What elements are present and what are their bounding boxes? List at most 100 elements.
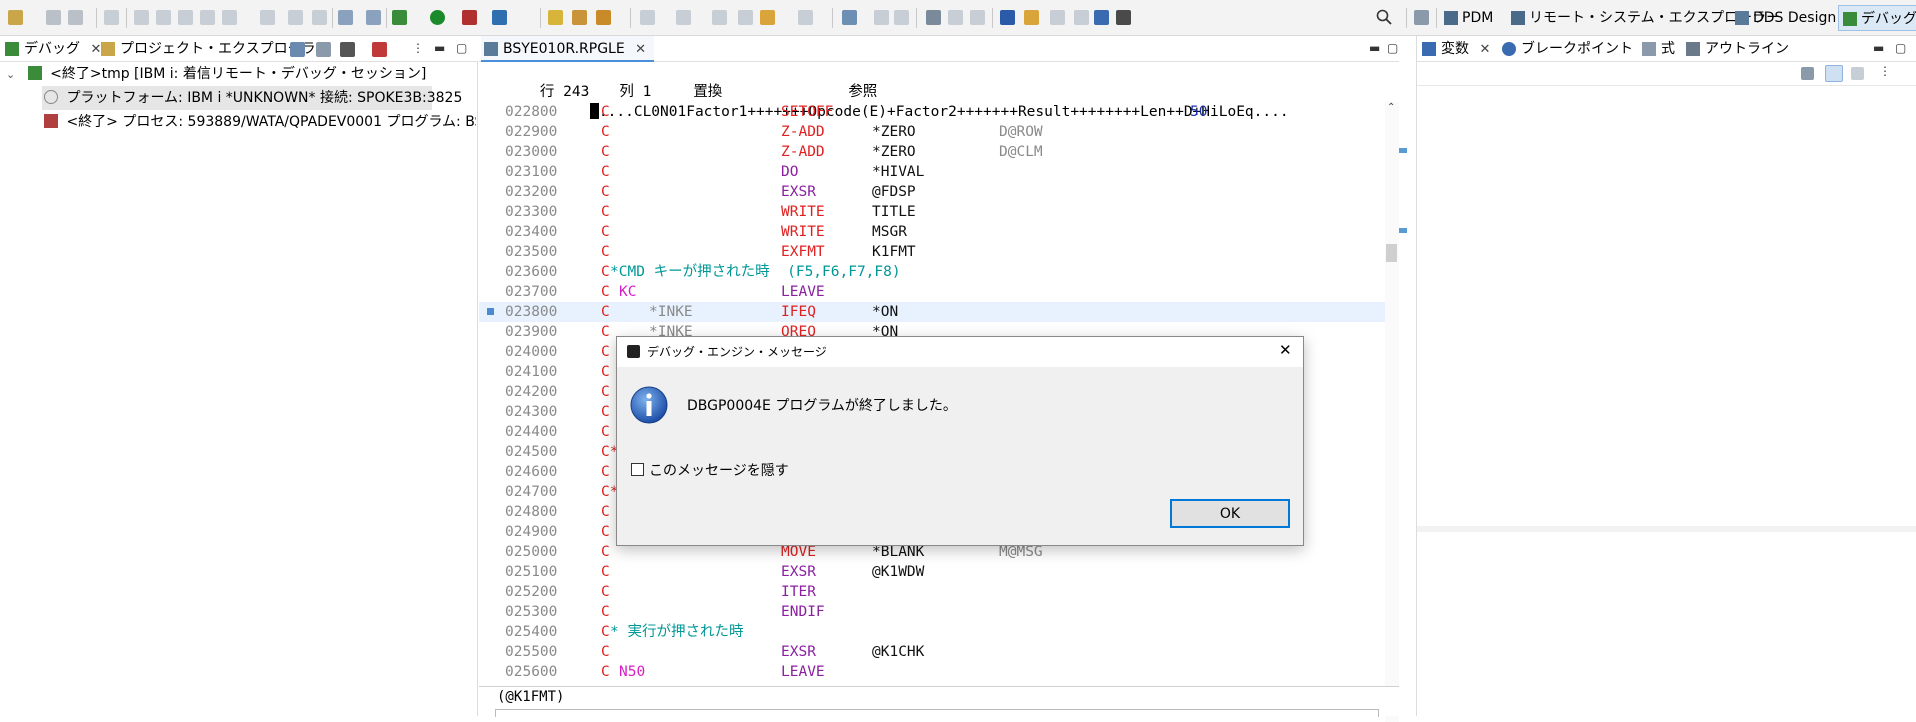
collapse-all-icon[interactable]: [1851, 67, 1864, 80]
code-line[interactable]: 023000 C Z-ADD *ZERO D@CLM: [479, 142, 1385, 162]
code-line[interactable]: 023600 C *CMD キーが押された時 (F5,F6,F7,F8): [479, 262, 1385, 282]
up-icon[interactable]: [1050, 10, 1065, 25]
last-edit-icon[interactable]: [712, 10, 727, 25]
tree-item-process[interactable]: <終了> プロセス: 593889/WATA/QPADEV0001 プログラム:…: [44, 110, 476, 134]
code-line[interactable]: 022900 C Z-ADD *ZERO D@ROW: [479, 122, 1385, 142]
view-menu-icon[interactable]: ⋮: [412, 41, 424, 55]
sequence-number: 023300: [505, 204, 558, 220]
back-arrow-icon[interactable]: [760, 10, 775, 25]
task-icon[interactable]: [1094, 10, 1109, 25]
show-type-names-icon[interactable]: [1801, 67, 1814, 80]
tab-bsye010r[interactable]: BSYE010R.RPGLE ✕: [481, 36, 655, 62]
chevron-down-icon[interactable]: ⌄: [6, 68, 15, 81]
resume-icon[interactable]: [134, 10, 149, 25]
terminate-icon[interactable]: [178, 10, 193, 25]
use-step-filters-icon[interactable]: [338, 10, 353, 25]
code-line[interactable]: 025300 C ENDIF: [479, 602, 1385, 622]
maximize-icon[interactable]: ▢: [1895, 41, 1906, 55]
tree-item-platform[interactable]: プラットフォーム: IBM i *UNKNOWN* 接続: SPOKE3B:38…: [42, 86, 462, 110]
save-all-icon[interactable]: [68, 10, 83, 25]
pencil-icon[interactable]: [596, 10, 611, 25]
external-tools-icon[interactable]: [462, 10, 477, 25]
overview-marker[interactable]: [1399, 228, 1407, 233]
open-folder-icon[interactable]: [572, 10, 587, 25]
play-icon[interactable]: [970, 10, 985, 25]
perspective-debug[interactable]: デバッグ: [1838, 5, 1916, 31]
skip-breakpoints-icon[interactable]: [104, 10, 119, 25]
expand-icon[interactable]: [316, 42, 331, 57]
code-line[interactable]: 025100 C EXSR @K1WDW: [479, 562, 1385, 582]
table-icon[interactable]: [1116, 10, 1131, 25]
detail-pane-sash[interactable]: [1417, 526, 1916, 532]
down-icon[interactable]: [1074, 10, 1089, 25]
tab-variables[interactable]: 変数 ✕: [1419, 36, 1490, 62]
open-perspective-icon[interactable]: [1414, 10, 1429, 25]
monitor-icon[interactable]: [926, 10, 941, 25]
annotation-icon[interactable]: [548, 10, 563, 25]
show-logical-structure-icon[interactable]: [1825, 65, 1843, 82]
new-icon[interactable]: [8, 10, 23, 25]
previous-annotation-icon[interactable]: [676, 10, 691, 25]
minimize-icon[interactable]: ▬: [1873, 41, 1884, 55]
code-line[interactable]: 025400 C * 実行が押された時: [479, 622, 1385, 642]
opcode: EXSR: [781, 564, 816, 580]
code-line[interactable]: 023300 C WRITE TITLE: [479, 202, 1385, 222]
debug-icon[interactable]: [392, 10, 407, 25]
close-icon[interactable]: ✕: [1279, 341, 1292, 359]
tab-outline[interactable]: アウトライン: [1683, 36, 1789, 62]
minimize-icon[interactable]: ▬: [434, 41, 445, 55]
save-icon[interactable]: [46, 10, 61, 25]
build-icon[interactable]: [492, 10, 507, 25]
run-icon[interactable]: [430, 10, 445, 25]
vertical-scrollbar[interactable]: ⌃ ⌄: [1385, 102, 1399, 722]
code-line[interactable]: 023700 C KC LEAVE: [479, 282, 1385, 302]
bookmark-icon[interactable]: [1024, 10, 1039, 25]
maximize-icon[interactable]: ▢: [1387, 41, 1398, 55]
undo-icon[interactable]: [874, 10, 889, 25]
close-icon[interactable]: ✕: [1479, 42, 1490, 57]
view-menu-icon[interactable]: ⋮: [1879, 64, 1891, 78]
scroll-up-icon[interactable]: ⌃: [1387, 102, 1395, 113]
collapse-all-icon[interactable]: [290, 42, 305, 57]
tab-breakpoints[interactable]: ブレークポイント: [1499, 36, 1633, 62]
maximize-icon[interactable]: ▢: [456, 41, 467, 55]
tree-item-session[interactable]: ⌄ <終了>tmp [IBM i: 着信リモート・デバッグ・セッション]: [6, 62, 426, 86]
hide-message-checkbox[interactable]: [631, 463, 644, 476]
step-over-icon[interactable]: [260, 10, 275, 25]
code-line[interactable]: 023800 C *INKE IFEQ *ON: [479, 302, 1385, 322]
overview-marker[interactable]: [1399, 148, 1407, 153]
pin-editor-icon[interactable]: [842, 10, 857, 25]
toggle-view-icon[interactable]: [366, 10, 381, 25]
perspective-dds-design[interactable]: DDS Design: [1731, 5, 1841, 31]
code-line[interactable]: 023400 C WRITE MSGR: [479, 222, 1385, 242]
perspective-pdm[interactable]: PDM: [1440, 5, 1498, 31]
code-line[interactable]: 023500 C EXFMT K1FMT: [479, 242, 1385, 262]
step-into-icon[interactable]: [222, 10, 237, 25]
hide-message-label[interactable]: このメッセージを隠す: [649, 460, 789, 480]
step-return-icon[interactable]: [288, 10, 303, 25]
code-line[interactable]: 023100 C DO *HIVAL: [479, 162, 1385, 182]
remove-terminated-icon[interactable]: [340, 42, 355, 57]
redo-icon[interactable]: [894, 10, 909, 25]
suspend-icon[interactable]: [156, 10, 171, 25]
ok-button[interactable]: OK: [1170, 499, 1290, 528]
next-annotation-icon[interactable]: [640, 10, 655, 25]
forward-arrow-icon[interactable]: [798, 10, 813, 25]
terminate-remove-icon[interactable]: [372, 42, 387, 57]
code-line[interactable]: 025600 C N50 LEAVE: [479, 662, 1385, 682]
tab-expressions[interactable]: 式: [1639, 36, 1675, 62]
close-icon[interactable]: ✕: [635, 42, 646, 57]
code-line[interactable]: 023200 C EXSR @FDSP: [479, 182, 1385, 202]
disconnect-icon[interactable]: [200, 10, 215, 25]
code-line[interactable]: 022800 C SETOFF 50: [479, 102, 1385, 122]
back-icon[interactable]: [738, 10, 753, 25]
minimize-icon[interactable]: ▬: [1369, 41, 1380, 55]
code-line[interactable]: 025200 C ITER: [479, 582, 1385, 602]
warning-icon[interactable]: [1000, 10, 1015, 25]
tab-debug[interactable]: デバッグ ✕: [2, 36, 101, 62]
scrollbar-thumb[interactable]: [1386, 244, 1397, 262]
drop-to-frame-icon[interactable]: [312, 10, 327, 25]
code-line[interactable]: 025500 C EXSR @K1CHK: [479, 642, 1385, 662]
search-icon[interactable]: [1376, 9, 1392, 25]
stop-icon[interactable]: [948, 10, 963, 25]
